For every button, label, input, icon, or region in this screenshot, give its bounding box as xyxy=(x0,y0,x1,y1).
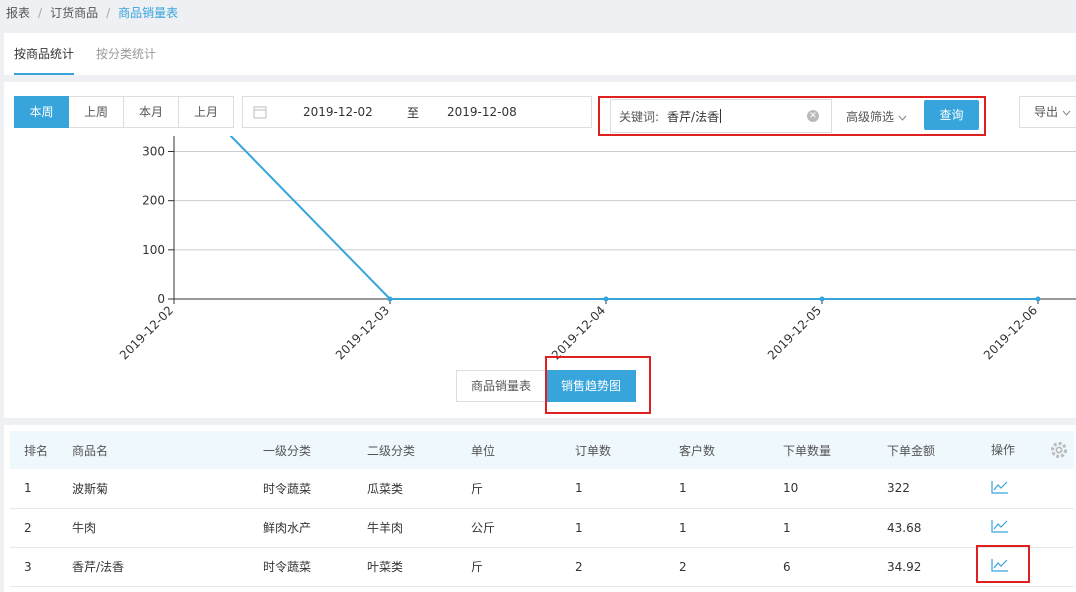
trend-highlight-box xyxy=(545,356,651,414)
table-cell: 波斯菊 xyxy=(72,469,263,509)
tab-by-category[interactable]: 按分类统计 xyxy=(96,33,156,75)
table-cell: 2 xyxy=(10,508,72,548)
table-cell-action xyxy=(991,469,1074,509)
data-point[interactable] xyxy=(387,296,393,302)
gear-icon[interactable] xyxy=(1050,441,1068,459)
table-cell: 瓜菜类 xyxy=(367,469,471,509)
table-cell: 牛羊肉 xyxy=(367,508,471,548)
action-highlight-box xyxy=(976,545,1030,583)
x-tick-label: 2019-12-06 xyxy=(981,303,1040,362)
table-cell: 斤 xyxy=(471,547,575,587)
breadcrumb: 报表 / 订货商品 / 商品销量表 xyxy=(0,0,1076,28)
sales-table: 排名 商品名 一级分类 二级分类 单位 订单数 客户数 下单数量 下单金额 操作… xyxy=(10,431,1074,587)
breadcrumb-current: 商品销量表 xyxy=(118,6,179,20)
table-cell: 叶菜类 xyxy=(367,547,471,587)
table-cell: 时令蔬菜 xyxy=(263,547,367,587)
table-cell: 2 xyxy=(679,547,783,587)
tab-bar: 按商品统计 按分类统计 xyxy=(4,33,1076,75)
x-tick-label: 2019-12-04 xyxy=(549,303,608,362)
table-cell: 322 xyxy=(887,469,991,509)
breadcrumb-item[interactable]: 订货商品 xyxy=(50,6,98,20)
x-tick-label: 2019-12-02 xyxy=(117,303,176,362)
chart-card: 本周 上周 本月 上月 2019-12-02 至 2019-12-08 关键词:… xyxy=(4,82,1076,418)
trend-chart-icon[interactable] xyxy=(991,519,1009,533)
table-cell: 3 xyxy=(10,547,72,587)
tab-by-product[interactable]: 按商品统计 xyxy=(14,33,75,75)
y-tick-label: 0 xyxy=(157,292,165,306)
x-tick-label: 2019-12-03 xyxy=(333,303,392,362)
sales-trend-chart: 0 100 200 300 2019-12-02 2019-12-03 2019-12-04… xyxy=(117,136,1076,362)
column-header: 下单金额 xyxy=(887,431,991,469)
table-cell: 1 xyxy=(575,469,679,509)
table-row: 2 牛肉 鲜肉水产 牛羊肉 公斤 1 1 1 43.68 xyxy=(10,508,1074,548)
y-tick-label: 300 xyxy=(142,145,165,159)
table-cell: 1 xyxy=(10,469,72,509)
table-cell: 1 xyxy=(679,508,783,548)
trend-chart-icon[interactable] xyxy=(991,480,1009,494)
table-row: 3 香芹/法香 时令蔬菜 叶菜类斤 2 2 6 34.92 xyxy=(10,547,1074,587)
series-line xyxy=(229,136,1038,300)
table-cell: 时令蔬菜 xyxy=(263,469,367,509)
table-cell: 43.68 xyxy=(887,508,991,548)
column-header: 一级分类 xyxy=(263,431,367,469)
table-cell: 1 xyxy=(783,508,887,548)
column-header: 下单数量 xyxy=(783,431,887,469)
table-cell: 1 xyxy=(679,469,783,509)
column-header-actions: 操作 xyxy=(991,431,1074,469)
table-cell: 公斤 xyxy=(471,508,575,548)
x-tick-label: 2019-12-05 xyxy=(765,303,824,362)
table-header-row: 排名 商品名 一级分类 二级分类 单位 订单数 客户数 下单数量 下单金额 操作 xyxy=(10,431,1074,469)
breadcrumb-item[interactable]: 报表 xyxy=(6,6,30,20)
y-tick-label: 100 xyxy=(142,243,165,257)
table-cell-action xyxy=(991,508,1074,548)
column-header: 商品名 xyxy=(72,431,263,469)
view-table-button[interactable]: 商品销量表 xyxy=(456,370,546,402)
table-row: 1 波斯菊 时令蔬菜 瓜菜类斤 1 1 10 322 xyxy=(10,469,1074,509)
table-cell: 6 xyxy=(783,547,887,587)
table-cell: 斤 xyxy=(471,469,575,509)
data-point[interactable] xyxy=(603,296,609,302)
table-cell: 牛肉 xyxy=(72,508,263,548)
sales-table-card: 排名 商品名 一级分类 二级分类 单位 订单数 客户数 下单数量 下单金额 操作… xyxy=(4,425,1076,592)
table-cell: 10 xyxy=(783,469,887,509)
table-cell: 香芹/法香 xyxy=(72,547,263,587)
table-cell: 1 xyxy=(575,508,679,548)
table-cell: 鲜肉水产 xyxy=(263,508,367,548)
table-cell: 2 xyxy=(575,547,679,587)
data-point[interactable] xyxy=(1035,296,1041,302)
column-header: 排名 xyxy=(10,431,72,469)
column-header: 客户数 xyxy=(679,431,783,469)
column-header: 二级分类 xyxy=(367,431,471,469)
y-tick-label: 200 xyxy=(142,194,165,208)
column-header: 订单数 xyxy=(575,431,679,469)
data-point[interactable] xyxy=(819,296,825,302)
column-header: 单位 xyxy=(471,431,575,469)
